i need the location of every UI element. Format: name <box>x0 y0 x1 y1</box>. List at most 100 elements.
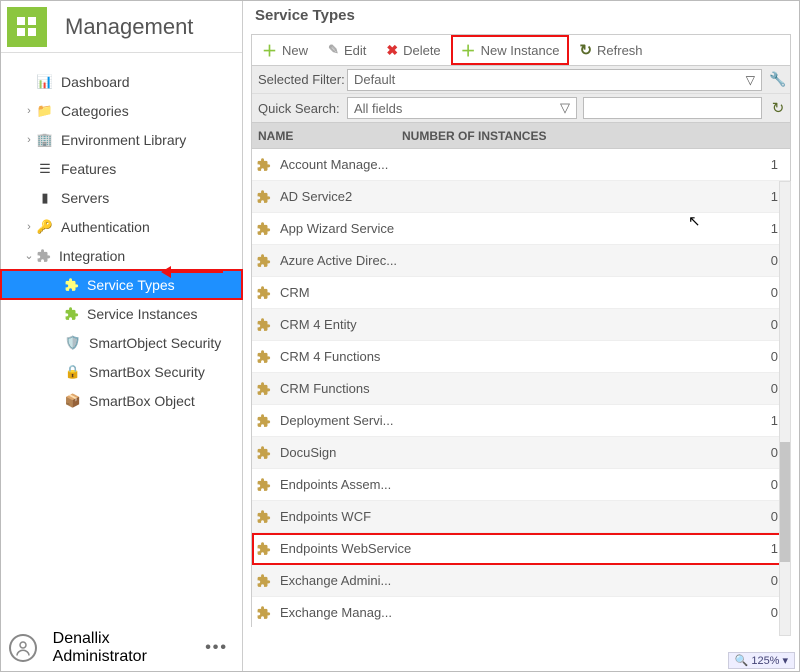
puzzle-icon <box>256 541 272 557</box>
puzzle-icon <box>256 509 272 525</box>
scrollbar-thumb[interactable] <box>780 442 790 562</box>
edit-button[interactable]: ✎ Edit <box>318 35 376 65</box>
row-name-cell: Endpoints WebService <box>280 541 756 556</box>
nav-label: Environment Library <box>61 132 186 148</box>
puzzle-icon <box>37 249 51 263</box>
selected-filter-label: Selected Filter: <box>252 72 347 87</box>
btn-label: New Instance <box>481 43 560 58</box>
security-icon: 🔒 <box>65 364 81 380</box>
table-row[interactable]: Endpoints WCF0 <box>252 501 790 533</box>
main-panel: Service Types ＋New ✎Edit ✖Delete ＋New In… <box>243 1 799 671</box>
zoom-indicator[interactable]: 🔍 125% ▾ <box>728 652 795 669</box>
nav-categories[interactable]: › 📁 Categories <box>1 96 242 125</box>
table-row[interactable]: CRM0 <box>252 277 790 309</box>
vertical-scrollbar[interactable] <box>779 181 791 636</box>
nav-servers[interactable]: ▮ Servers <box>1 183 242 212</box>
zoom-value: 125% <box>751 655 779 667</box>
plus-icon: ＋ <box>461 40 476 61</box>
more-menu-icon[interactable]: ••• <box>205 639 228 657</box>
nav-label: Categories <box>61 103 129 119</box>
wrench-icon[interactable]: 🔧 <box>766 71 790 88</box>
row-name-cell: CRM 4 Functions <box>280 349 756 364</box>
table-row[interactable]: Endpoints Assem...0 <box>252 469 790 501</box>
reload-icon[interactable]: ↻ <box>766 99 790 117</box>
row-name-cell: Deployment Servi... <box>280 413 756 428</box>
nav-integration[interactable]: ⌄ Integration <box>1 241 242 270</box>
nav-label: SmartObject Security <box>89 335 221 351</box>
expander-icon[interactable]: › <box>23 105 35 117</box>
row-name-cell: CRM 4 Entity <box>280 317 756 332</box>
nav-authentication[interactable]: › 🔑 Authentication <box>1 212 242 241</box>
user-avatar-icon[interactable] <box>9 634 37 662</box>
col-count-header[interactable]: NUMBER OF INSTANCES <box>402 129 790 143</box>
table-row[interactable]: Account Manage...1 <box>252 149 790 181</box>
table-row[interactable]: Deployment Servi...1 <box>252 405 790 437</box>
table-row[interactable]: CRM Functions0 <box>252 373 790 405</box>
nav-label: Dashboard <box>61 74 130 90</box>
table-row[interactable]: CRM 4 Functions0 <box>252 341 790 373</box>
chevron-down-icon: ▽ <box>560 100 570 116</box>
app-logo[interactable] <box>7 7 47 47</box>
table-row[interactable]: AD Service21 <box>252 181 790 213</box>
table-row[interactable]: Azure Active Direc...0 <box>252 245 790 277</box>
table-row[interactable]: CRM 4 Entity0 <box>252 309 790 341</box>
row-name-cell: Exchange Admini... <box>280 573 756 588</box>
nav-service-types[interactable]: Service Types <box>1 270 242 299</box>
row-name-cell: AD Service2 <box>280 189 756 204</box>
row-name-cell: Account Manage... <box>280 157 756 172</box>
security-icon: 🛡️ <box>65 335 81 351</box>
row-name-cell: Endpoints Assem... <box>280 477 756 492</box>
row-count-cell: 1 <box>756 157 790 172</box>
grid-header: NAME NUMBER OF INSTANCES <box>251 123 791 149</box>
puzzle-icon <box>65 278 79 292</box>
nav-features[interactable]: ☰ Features <box>1 154 242 183</box>
puzzle-icon <box>256 349 272 365</box>
nav-label: SmartBox Object <box>89 393 195 409</box>
new-button[interactable]: ＋New <box>252 35 318 65</box>
nav-tree: 📊 Dashboard › 📁 Categories › 🏢 Environme… <box>1 53 242 415</box>
app-title: Management <box>65 14 193 40</box>
chevron-down-icon: ▽ <box>746 73 755 87</box>
nav-smartbox-security[interactable]: 🔒 SmartBox Security <box>1 357 242 386</box>
puzzle-icon <box>256 413 272 429</box>
puzzle-icon <box>256 189 272 205</box>
expander-icon[interactable]: ⌄ <box>23 249 35 262</box>
puzzle-icon <box>256 477 272 493</box>
nav-label: Integration <box>59 248 125 264</box>
dropdown-value: Default <box>354 72 395 87</box>
quick-search-input[interactable] <box>583 97 762 119</box>
btn-label: Edit <box>344 43 366 58</box>
puzzle-icon <box>256 605 272 621</box>
puzzle-icon <box>256 317 272 333</box>
nav-smartbox-object[interactable]: 📦 SmartBox Object <box>1 386 242 415</box>
row-name-cell: CRM Functions <box>280 381 756 396</box>
nav-environment-library[interactable]: › 🏢 Environment Library <box>1 125 242 154</box>
selected-filter-dropdown[interactable]: Default ▽ <box>347 69 762 91</box>
nav-label: SmartBox Security <box>89 364 205 380</box>
nav-dashboard[interactable]: 📊 Dashboard <box>1 67 242 96</box>
table-row[interactable]: App Wizard Service1 <box>252 213 790 245</box>
puzzle-icon <box>256 285 272 301</box>
filter-bar: Selected Filter: Default ▽ 🔧 Quick Searc… <box>251 66 791 123</box>
quick-search-field-dropdown[interactable]: All fields ▽ <box>347 97 577 119</box>
table-row[interactable]: Endpoints WebService1 <box>252 533 790 565</box>
folder-icon: 📁 <box>37 103 53 119</box>
expander-icon[interactable]: › <box>23 221 35 233</box>
expander-icon[interactable]: › <box>23 134 35 146</box>
table-row[interactable]: Exchange Admini...0 <box>252 565 790 597</box>
puzzle-icon <box>256 445 272 461</box>
pencil-icon: ✎ <box>328 42 339 58</box>
nav-smartobject-security[interactable]: 🛡️ SmartObject Security <box>1 328 242 357</box>
sidebar-header: Management <box>1 1 242 53</box>
server-icon: ▮ <box>37 190 53 206</box>
col-name-header[interactable]: NAME <box>252 129 402 143</box>
refresh-button[interactable]: ↻Refresh <box>569 35 652 65</box>
table-row[interactable]: Exchange Manag...0 <box>252 597 790 627</box>
grid-body: Account Manage...1AD Service21App Wizard… <box>251 149 791 627</box>
nav-label: Features <box>61 161 116 177</box>
row-name-cell: App Wizard Service <box>280 221 756 236</box>
table-row[interactable]: DocuSign0 <box>252 437 790 469</box>
delete-button[interactable]: ✖Delete <box>376 35 450 65</box>
new-instance-button[interactable]: ＋ New Instance <box>451 35 570 65</box>
nav-service-instances[interactable]: Service Instances <box>1 299 242 328</box>
